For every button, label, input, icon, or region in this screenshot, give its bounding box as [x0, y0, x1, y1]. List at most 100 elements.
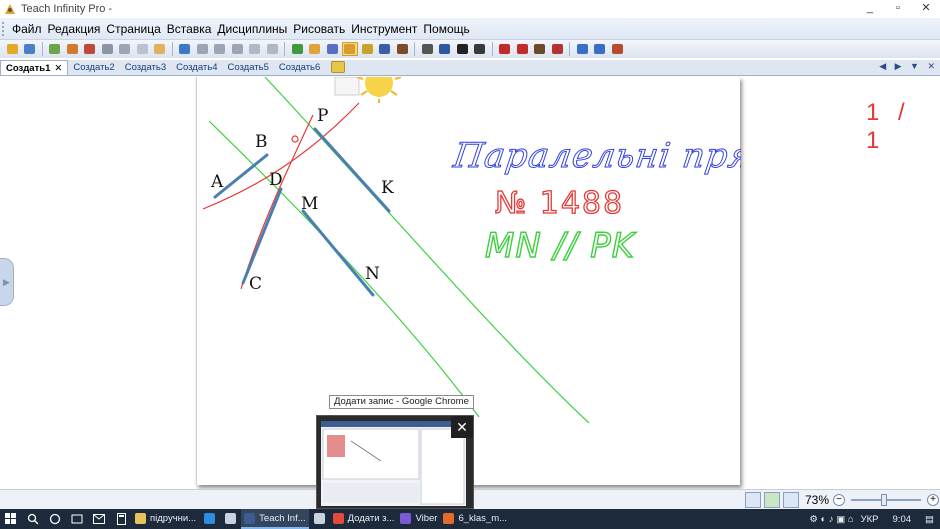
- tab-create4[interactable]: Создать4: [171, 60, 222, 75]
- tab-nav-controls[interactable]: ◀ ▶ ▼ ✕: [879, 61, 938, 72]
- toolbar-separator: [412, 42, 418, 56]
- clone-icon[interactable]: [264, 42, 280, 56]
- menu-insert[interactable]: Вставка: [164, 22, 215, 36]
- tab-close-icon[interactable]: ✕: [54, 63, 62, 74]
- cut-icon[interactable]: [212, 42, 228, 56]
- tab-create1[interactable]: Создать1 ✕: [0, 60, 69, 75]
- screen-icon[interactable]: [574, 42, 590, 56]
- save-icon[interactable]: [22, 42, 38, 56]
- sun-image-fragment: [334, 77, 402, 103]
- preview-thumbnail-image: [321, 421, 466, 505]
- point-label-m: M: [301, 194, 318, 214]
- notification-icon[interactable]: ▤: [925, 514, 934, 525]
- zoom-in-button[interactable]: +: [927, 493, 940, 506]
- taskbar-app-label: підручни...: [150, 512, 197, 524]
- menu-draw[interactable]: Рисовать: [290, 22, 348, 36]
- minimize-button[interactable]: _: [856, 0, 884, 18]
- toolbar-separator: [39, 42, 45, 56]
- insert-page-icon[interactable]: [64, 42, 80, 56]
- taskbar-window-preview[interactable]: ✕: [316, 415, 474, 509]
- settings-icon[interactable]: [609, 42, 625, 56]
- play-icon[interactable]: [764, 491, 780, 508]
- segment-pk: [313, 127, 391, 213]
- redo-icon[interactable]: [194, 42, 210, 56]
- zoom-slider-thumb[interactable]: [881, 493, 888, 506]
- line-icon[interactable]: [437, 42, 453, 56]
- page-tab-bar: Создать1 ✕ Создать2 Создать3 Создать4 Соз…: [0, 60, 940, 76]
- intersection-point: [291, 135, 299, 143]
- close-button[interactable]: ✕: [912, 0, 940, 18]
- taskbar-app[interactable]: підручни...: [132, 509, 199, 529]
- pen-icon[interactable]: [324, 42, 340, 56]
- calculator-icon[interactable]: [110, 509, 132, 529]
- clock[interactable]: 9:04: [893, 514, 912, 525]
- taskbar-app[interactable]: 6_klas_m...: [440, 509, 510, 529]
- delete-page-icon[interactable]: [82, 42, 98, 56]
- side-panel-handle[interactable]: ▶: [0, 258, 14, 306]
- record-icon[interactable]: [592, 42, 608, 56]
- teach-infinity-window: Teach Infinity Pro - _ ▫ ✕ Файл Редакция…: [0, 0, 940, 529]
- menu-disciplines[interactable]: Дисциплины: [214, 22, 290, 36]
- segment-mn: [301, 209, 375, 297]
- taskbar-app-label: Teach Inf...: [259, 512, 306, 524]
- preview-close-button[interactable]: ✕: [451, 416, 473, 438]
- taskbar-app-icon: [313, 512, 325, 524]
- language-indicator[interactable]: УКР: [861, 514, 879, 525]
- taskbar-app[interactable]: Teach Inf...: [241, 509, 309, 529]
- cortana-icon[interactable]: [44, 509, 66, 529]
- menu-file[interactable]: Файл: [9, 22, 45, 36]
- brush-icon[interactable]: [341, 42, 358, 56]
- copy-icon[interactable]: [229, 42, 245, 56]
- menu-page[interactable]: Страница: [103, 22, 163, 36]
- eraser-icon[interactable]: [377, 42, 393, 56]
- print-preview-icon[interactable]: [117, 42, 133, 56]
- menu-help[interactable]: Помощь: [420, 22, 472, 36]
- zoom-slider[interactable]: [851, 493, 922, 506]
- tab-create5[interactable]: Создать5: [223, 60, 274, 75]
- hand-icon[interactable]: [152, 42, 168, 56]
- text-icon[interactable]: [454, 42, 470, 56]
- stamp-icon[interactable]: [394, 42, 410, 56]
- mail-icon[interactable]: [88, 509, 110, 529]
- new-page-icon[interactable]: [47, 42, 63, 56]
- paste-icon[interactable]: [247, 42, 263, 56]
- menu-bar: Файл Редакция Страница Вставка Дисциплин…: [0, 18, 940, 40]
- search-icon[interactable]: [22, 509, 44, 529]
- menu-tools[interactable]: Инструмент: [348, 22, 420, 36]
- fill-icon[interactable]: [472, 42, 488, 56]
- flask-icon[interactable]: [549, 42, 565, 56]
- toolbar-separator: [169, 42, 175, 56]
- store-icon[interactable]: [220, 509, 241, 529]
- start-icon[interactable]: [0, 509, 22, 529]
- fit-page-icon[interactable]: [745, 491, 761, 508]
- ruler-icon[interactable]: [532, 42, 548, 56]
- tray-icons[interactable]: ⚙ ◐ ♪ ▣ ⌂: [809, 514, 853, 525]
- tab-create3[interactable]: Создать3: [120, 60, 171, 75]
- edge-icon[interactable]: [199, 509, 220, 529]
- export-icon[interactable]: [134, 42, 150, 56]
- shape-icon[interactable]: [419, 42, 435, 56]
- abc-icon[interactable]: [514, 42, 530, 56]
- add-tab-icon[interactable]: [331, 61, 346, 73]
- point-label-c: C: [249, 274, 262, 294]
- select-icon[interactable]: [289, 42, 305, 56]
- tab-create6[interactable]: Создать6: [274, 60, 325, 75]
- task-view-icon[interactable]: [66, 509, 88, 529]
- magic-icon[interactable]: [307, 42, 323, 56]
- formula-icon[interactable]: [497, 42, 513, 56]
- taskbar-app[interactable]: Додати з...: [330, 509, 398, 529]
- preview-thumbnail[interactable]: [321, 421, 466, 506]
- zoom-out-button[interactable]: −: [833, 493, 846, 506]
- full-screen-icon[interactable]: [783, 491, 799, 508]
- print-icon[interactable]: [99, 42, 115, 56]
- zoom-level: 73%: [805, 492, 830, 507]
- undo-icon[interactable]: [177, 42, 193, 56]
- highlighter-icon[interactable]: [359, 42, 375, 56]
- tab-create2[interactable]: Создать2: [68, 60, 119, 75]
- windows-taskbar: підручни... Teach Inf... Додати з... Viber 6…: [0, 509, 940, 529]
- game-icon[interactable]: [309, 509, 330, 529]
- menu-edit[interactable]: Редакция: [45, 22, 104, 36]
- taskbar-app[interactable]: Viber: [397, 509, 440, 529]
- restore-button[interactable]: ▫: [884, 0, 912, 18]
- open-icon[interactable]: [4, 42, 20, 56]
